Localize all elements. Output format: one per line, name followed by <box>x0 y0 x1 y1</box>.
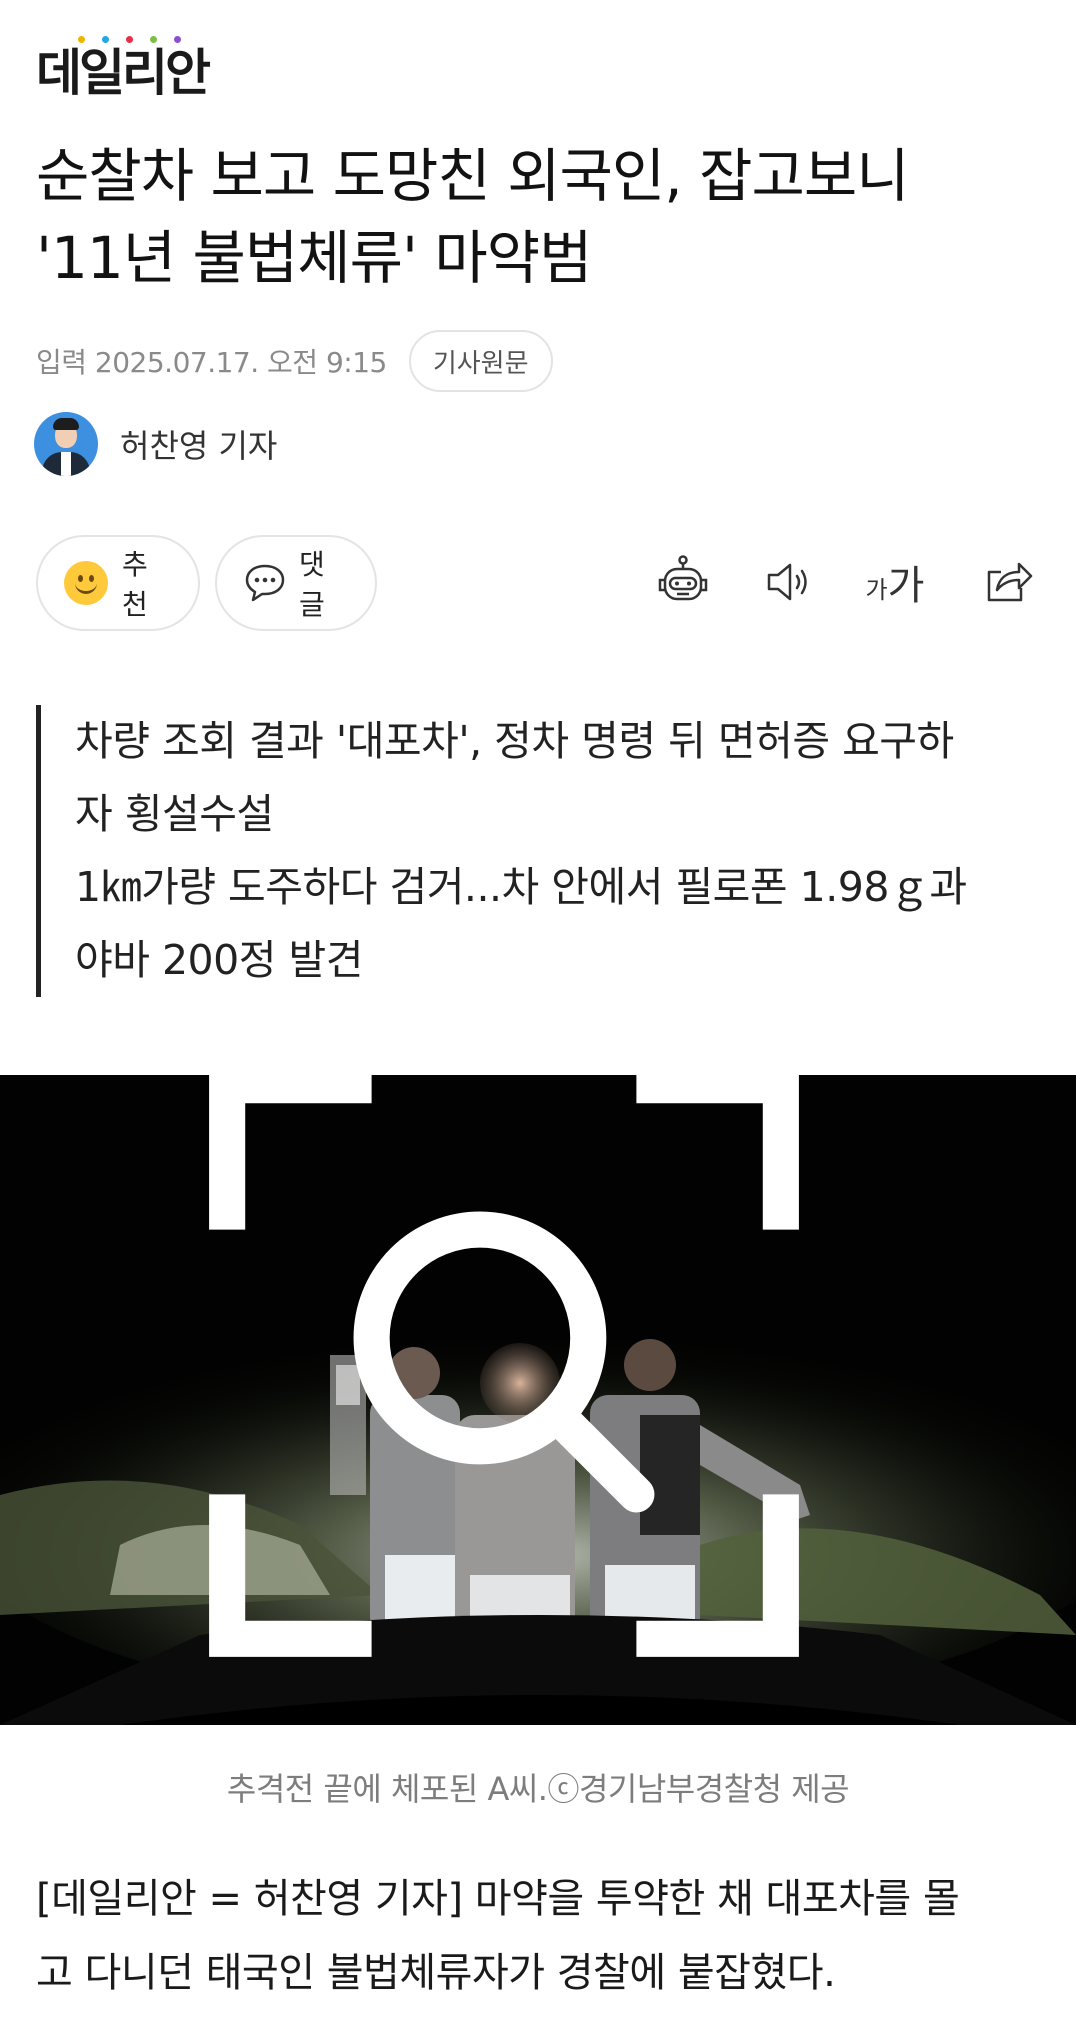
publish-date: 입력 2025.07.17. 오전 9:15 <box>36 346 387 379</box>
article-photo[interactable] <box>0 1075 1076 1725</box>
body-line: 고 다니던 태국인 불법체류자가 경찰에 붙잡혔다. <box>36 1950 836 1996</box>
title-line: 순찰차 보고 도망친 외국인, 잡고보니 <box>36 142 910 210</box>
article-title: 순찰차 보고 도망친 외국인, 잡고보니 '11년 불법체류' 마약범 <box>36 135 1046 299</box>
recommend-button[interactable]: 추천 <box>36 535 200 631</box>
share-icon <box>987 562 1033 602</box>
speech-bubble-icon <box>245 564 285 602</box>
ai-summary-button[interactable] <box>648 547 718 617</box>
logo-dot <box>148 34 159 45</box>
original-article-button[interactable]: 기사원문 <box>408 330 553 392</box>
share-button[interactable] <box>972 547 1042 617</box>
summary-line: 야바 200정 발견 <box>75 936 363 984</box>
logo-dot <box>100 34 111 45</box>
logo-dot <box>172 34 183 45</box>
article-meta: 입력 2025.07.17. 오전 9:15 기사원문 <box>36 330 553 392</box>
text-to-speech-button[interactable] <box>754 547 824 617</box>
photo-caption: 추격전 끝에 체포된 A씨.ⓒ경기남부경찰청 제공 <box>226 1770 850 1808</box>
zoom-search-icon[interactable] <box>0 1075 1042 1687</box>
comment-label: 댓글 <box>299 548 325 621</box>
article-body: [데일리안 = 허찬영 기자] 마약을 투약한 채 대포차를 몰 고 다니던 태… <box>36 1862 1040 2010</box>
robot-summary-icon <box>658 555 708 601</box>
logo-text: 데일리안 <box>36 44 211 102</box>
reporter-avatar <box>34 412 98 476</box>
article-action-bar: 추천 댓글 가가 <box>36 535 1040 631</box>
recommend-label: 추천 <box>122 548 148 621</box>
font-size-button[interactable]: 가가 <box>860 547 930 617</box>
article-summary: 차량 조회 결과 '대포차', 정차 명령 뒤 면허증 요구하 자 횡설수설 1… <box>36 705 1016 997</box>
speaker-icon <box>767 563 807 601</box>
body-line: [데일리안 = 허찬영 기자] 마약을 투약한 채 대포차를 몰 <box>36 1876 960 1922</box>
logo-dot <box>124 34 135 45</box>
smile-icon <box>64 561 108 605</box>
reporter-info[interactable]: 허찬영 기자 <box>34 412 277 476</box>
comment-button[interactable]: 댓글 <box>215 535 377 631</box>
font-size-large-glyph: 가 <box>887 563 925 609</box>
summary-line: 차량 조회 결과 '대포차', 정차 명령 뒤 면허증 요구하 <box>75 717 954 765</box>
title-line: '11년 불법체류' 마약범 <box>36 224 592 292</box>
summary-line: 1㎞가량 도주하다 검거...차 안에서 필로폰 1.98ｇ과 <box>75 863 967 911</box>
summary-line: 자 횡설수설 <box>75 790 274 838</box>
reporter-name: 허찬영 기자 <box>120 427 278 465</box>
logo-dot <box>76 34 87 45</box>
font-size-small-glyph: 가 <box>865 575 888 604</box>
site-logo[interactable]: 데일리안 <box>36 34 211 106</box>
